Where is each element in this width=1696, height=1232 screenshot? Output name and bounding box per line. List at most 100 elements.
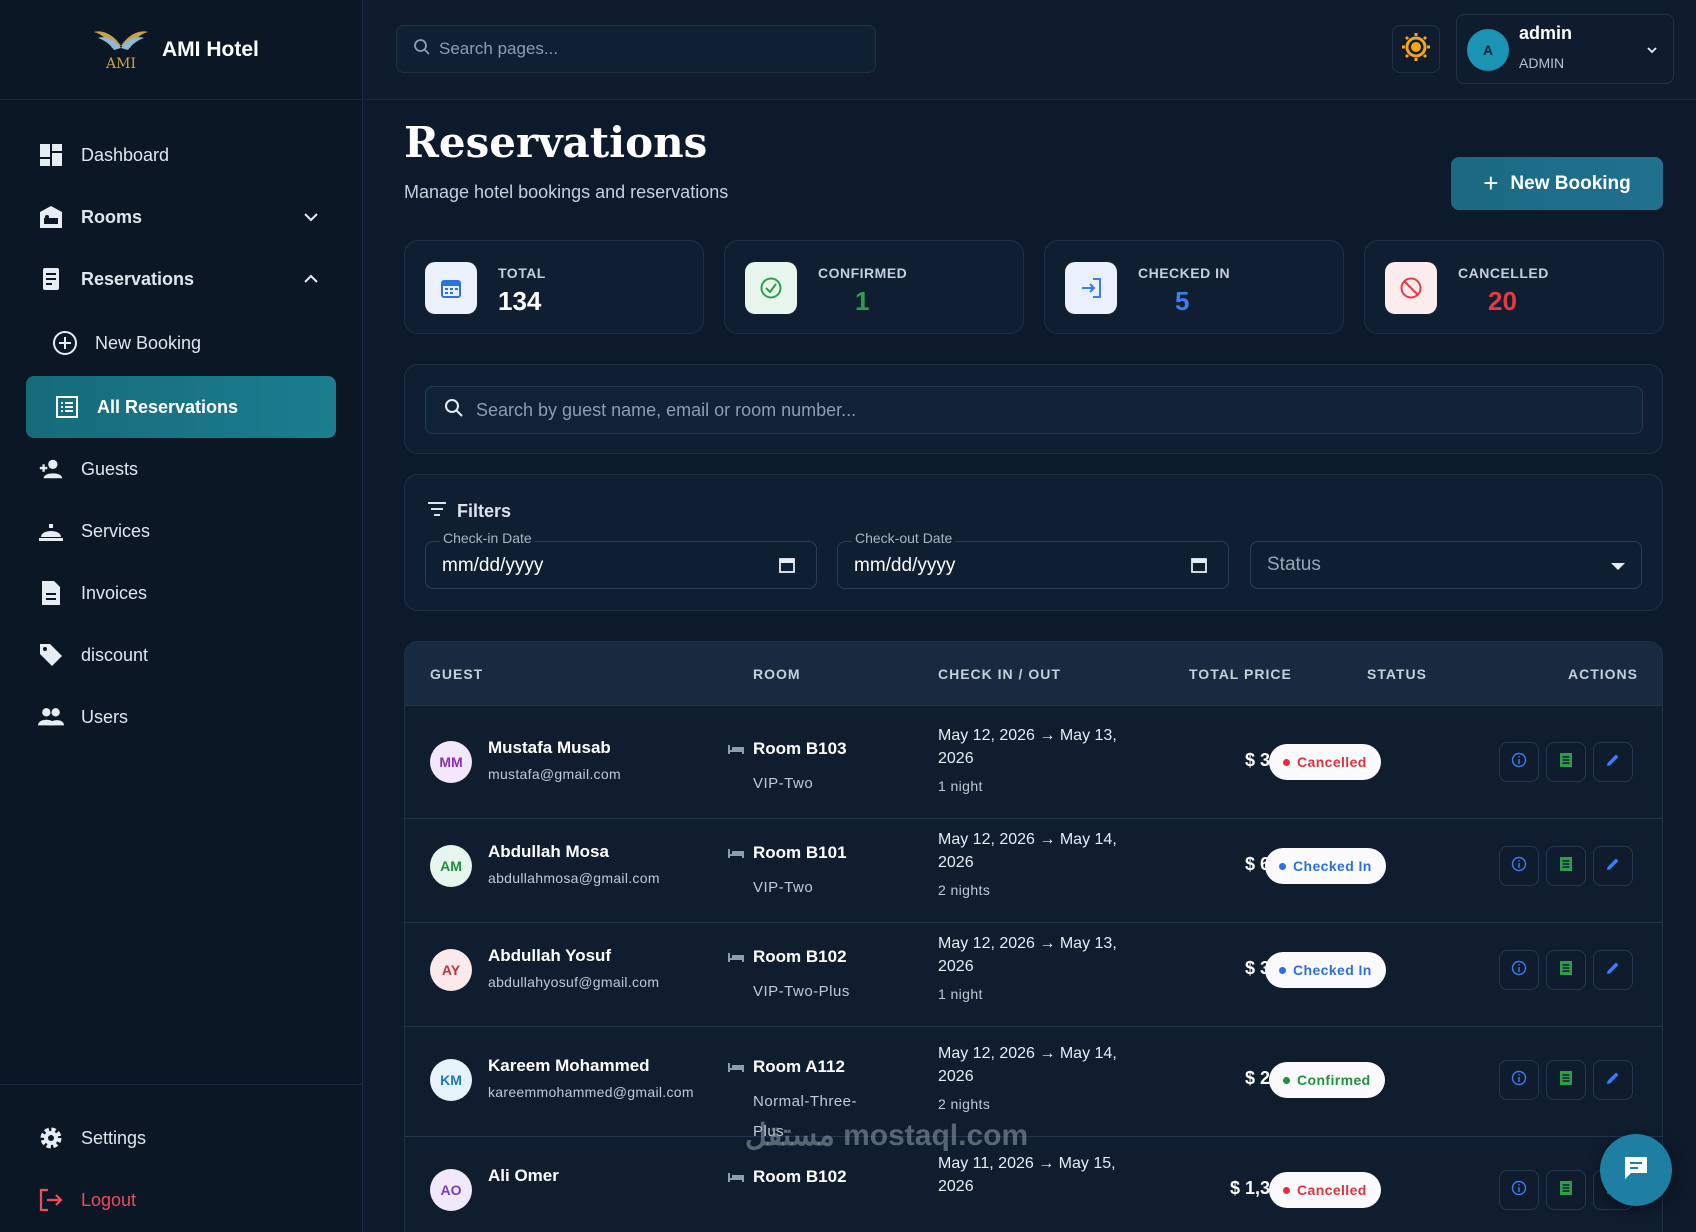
edit-button[interactable] <box>1593 950 1633 990</box>
guest-avatar: AO <box>430 1169 472 1211</box>
invoice-button[interactable] <box>1546 846 1586 886</box>
room-service-icon <box>38 518 64 544</box>
checkout-date-field[interactable]: Check-out Date mm/dd/yyyy <box>837 530 1229 589</box>
info-icon <box>1511 856 1527 877</box>
edit-button[interactable] <box>1593 742 1633 782</box>
stat-label: CHECKED IN <box>1138 265 1231 281</box>
checkin-date-label: Check-in Date <box>440 530 535 546</box>
sidebar-item-services[interactable]: Services <box>0 500 362 562</box>
view-details-button[interactable] <box>1499 742 1539 782</box>
sidebar-item-users[interactable]: Users <box>0 686 362 748</box>
sidebar-item-label: Services <box>81 520 151 541</box>
column-header-price: TOTAL PRICE <box>1189 666 1292 682</box>
room-name: Room B102 <box>753 947 847 966</box>
bed-icon <box>727 1060 745 1078</box>
invoice-button[interactable] <box>1546 742 1586 782</box>
sidebar-item-dashboard[interactable]: Dashboard <box>0 124 362 186</box>
chevron-down-icon[interactable] <box>302 208 320 231</box>
stay-dates: May 12, 2026 → May 14, 2026 <box>938 1045 1117 1085</box>
status-label: Checked In <box>1293 962 1372 978</box>
table-row[interactable]: AM Abdullah Mosa abdullahmosa@gmail.com … <box>405 810 1662 923</box>
dropdown-caret-icon <box>1611 563 1625 570</box>
sidebar-item-label: Reservations <box>81 268 195 289</box>
page-search-placeholder: Search pages... <box>439 39 559 58</box>
chat-icon <box>1622 1154 1650 1187</box>
page-subtitle: Manage hotel bookings and reservations <box>404 182 729 202</box>
chevron-up-icon[interactable] <box>302 270 320 293</box>
svg-text:AMI: AMI <box>105 56 136 72</box>
tag-icon <box>38 642 64 668</box>
user-menu[interactable]: A admin ADMIN <box>1456 14 1674 84</box>
block-icon <box>1385 262 1437 314</box>
guest-avatar: AM <box>430 845 472 887</box>
sidebar-item-guests[interactable]: Guests <box>0 438 362 500</box>
view-details-button[interactable] <box>1499 1060 1539 1100</box>
view-details-button[interactable] <box>1499 846 1539 886</box>
reservations-table: GUEST ROOM CHECK IN / OUT TOTAL PRICE ST… <box>404 641 1663 1232</box>
table-header: GUEST ROOM CHECK IN / OUT TOTAL PRICE ST… <box>405 642 1662 706</box>
receipt-icon <box>1559 1070 1573 1091</box>
reservations-icon <box>38 266 64 292</box>
stat-value: 20 <box>1488 286 1517 316</box>
stay-nights: 1 night <box>938 778 983 794</box>
status-select[interactable]: Status <box>1250 541 1642 589</box>
sidebar-item-all-reservations[interactable]: All Reservations <box>26 376 336 438</box>
logout-icon <box>38 1187 64 1213</box>
gear-icon <box>38 1125 64 1151</box>
invoice-button[interactable] <box>1546 950 1586 990</box>
view-details-button[interactable] <box>1499 950 1539 990</box>
chevron-down-icon <box>1645 43 1659 62</box>
sidebar-item-settings[interactable]: Settings <box>0 1107 362 1169</box>
stat-value: 1 <box>855 286 870 316</box>
user-role: ADMIN <box>1519 55 1565 71</box>
chat-button[interactable] <box>1600 1134 1672 1206</box>
sidebar-nav: Dashboard Rooms Reservations New Booking… <box>0 100 362 748</box>
bed-icon <box>727 742 745 760</box>
page-search-input[interactable]: Search pages... <box>396 25 876 73</box>
invoice-button[interactable] <box>1546 1170 1586 1210</box>
info-icon <box>1511 752 1527 773</box>
sidebar-item-label: discount <box>81 644 149 665</box>
stay-dates: May 12, 2026 → May 14, 2026 <box>938 831 1117 871</box>
reservation-search-input[interactable]: Search by guest name, email or room numb… <box>425 386 1643 434</box>
settings-label: Settings <box>81 1127 147 1148</box>
table-row[interactable]: AY Abdullah Yosuf abdullahyosuf@gmail.co… <box>405 914 1662 1027</box>
checkin-date-field[interactable]: Check-in Date mm/dd/yyyy <box>425 530 817 589</box>
sidebar-item-rooms[interactable]: Rooms <box>0 186 362 248</box>
logout-button[interactable]: Logout <box>0 1169 362 1231</box>
pencil-icon <box>1605 752 1621 773</box>
receipt-icon <box>1559 960 1573 981</box>
table-row[interactable]: KM Kareem Mohammed kareemmohammed@gmail.… <box>405 1024 1662 1140</box>
status-badge: Cancelled <box>1269 1172 1381 1208</box>
status-dot <box>1279 862 1286 870</box>
table-row[interactable]: AO Ali Omer Room B102 May 11, 2026 → May… <box>405 1134 1662 1232</box>
sidebar: AMI AMI Hotel Dashboard Rooms Reservatio… <box>0 0 363 1232</box>
check-circle-icon <box>745 262 797 314</box>
column-header-status: STATUS <box>1367 666 1427 682</box>
table-row[interactable]: MM Mustafa Musab mustafa@gmail.com Room … <box>405 706 1662 819</box>
guest-avatar: AY <box>430 949 472 991</box>
view-details-button[interactable] <box>1499 1170 1539 1210</box>
sidebar-item-label: All Reservations <box>97 396 239 417</box>
bed-icon <box>727 1170 745 1188</box>
calendar-icon[interactable] <box>778 556 796 579</box>
column-header-actions: ACTIONS <box>1568 666 1638 682</box>
edit-button[interactable] <box>1593 846 1633 886</box>
stat-card-total: TOTAL 134 <box>404 240 704 334</box>
sidebar-item-invoices[interactable]: Invoices <box>0 562 362 624</box>
list-icon <box>54 394 80 420</box>
brand[interactable]: AMI AMI Hotel <box>0 0 362 100</box>
calendar-icon[interactable] <box>1190 556 1208 579</box>
theme-toggle-button[interactable] <box>1392 25 1440 73</box>
calendar-icon <box>425 262 477 314</box>
login-icon <box>1065 262 1117 314</box>
sidebar-item-new-booking[interactable]: New Booking <box>0 310 362 376</box>
status-badge: Checked In <box>1265 848 1386 884</box>
column-header-room: ROOM <box>753 666 801 682</box>
room-name: Room B102 <box>753 1167 847 1186</box>
sidebar-item-discount[interactable]: discount <box>0 624 362 686</box>
sidebar-item-reservations[interactable]: Reservations <box>0 248 362 310</box>
new-booking-button[interactable]: + New Booking <box>1451 157 1663 210</box>
edit-button[interactable] <box>1593 1060 1633 1100</box>
invoice-button[interactable] <box>1546 1060 1586 1100</box>
